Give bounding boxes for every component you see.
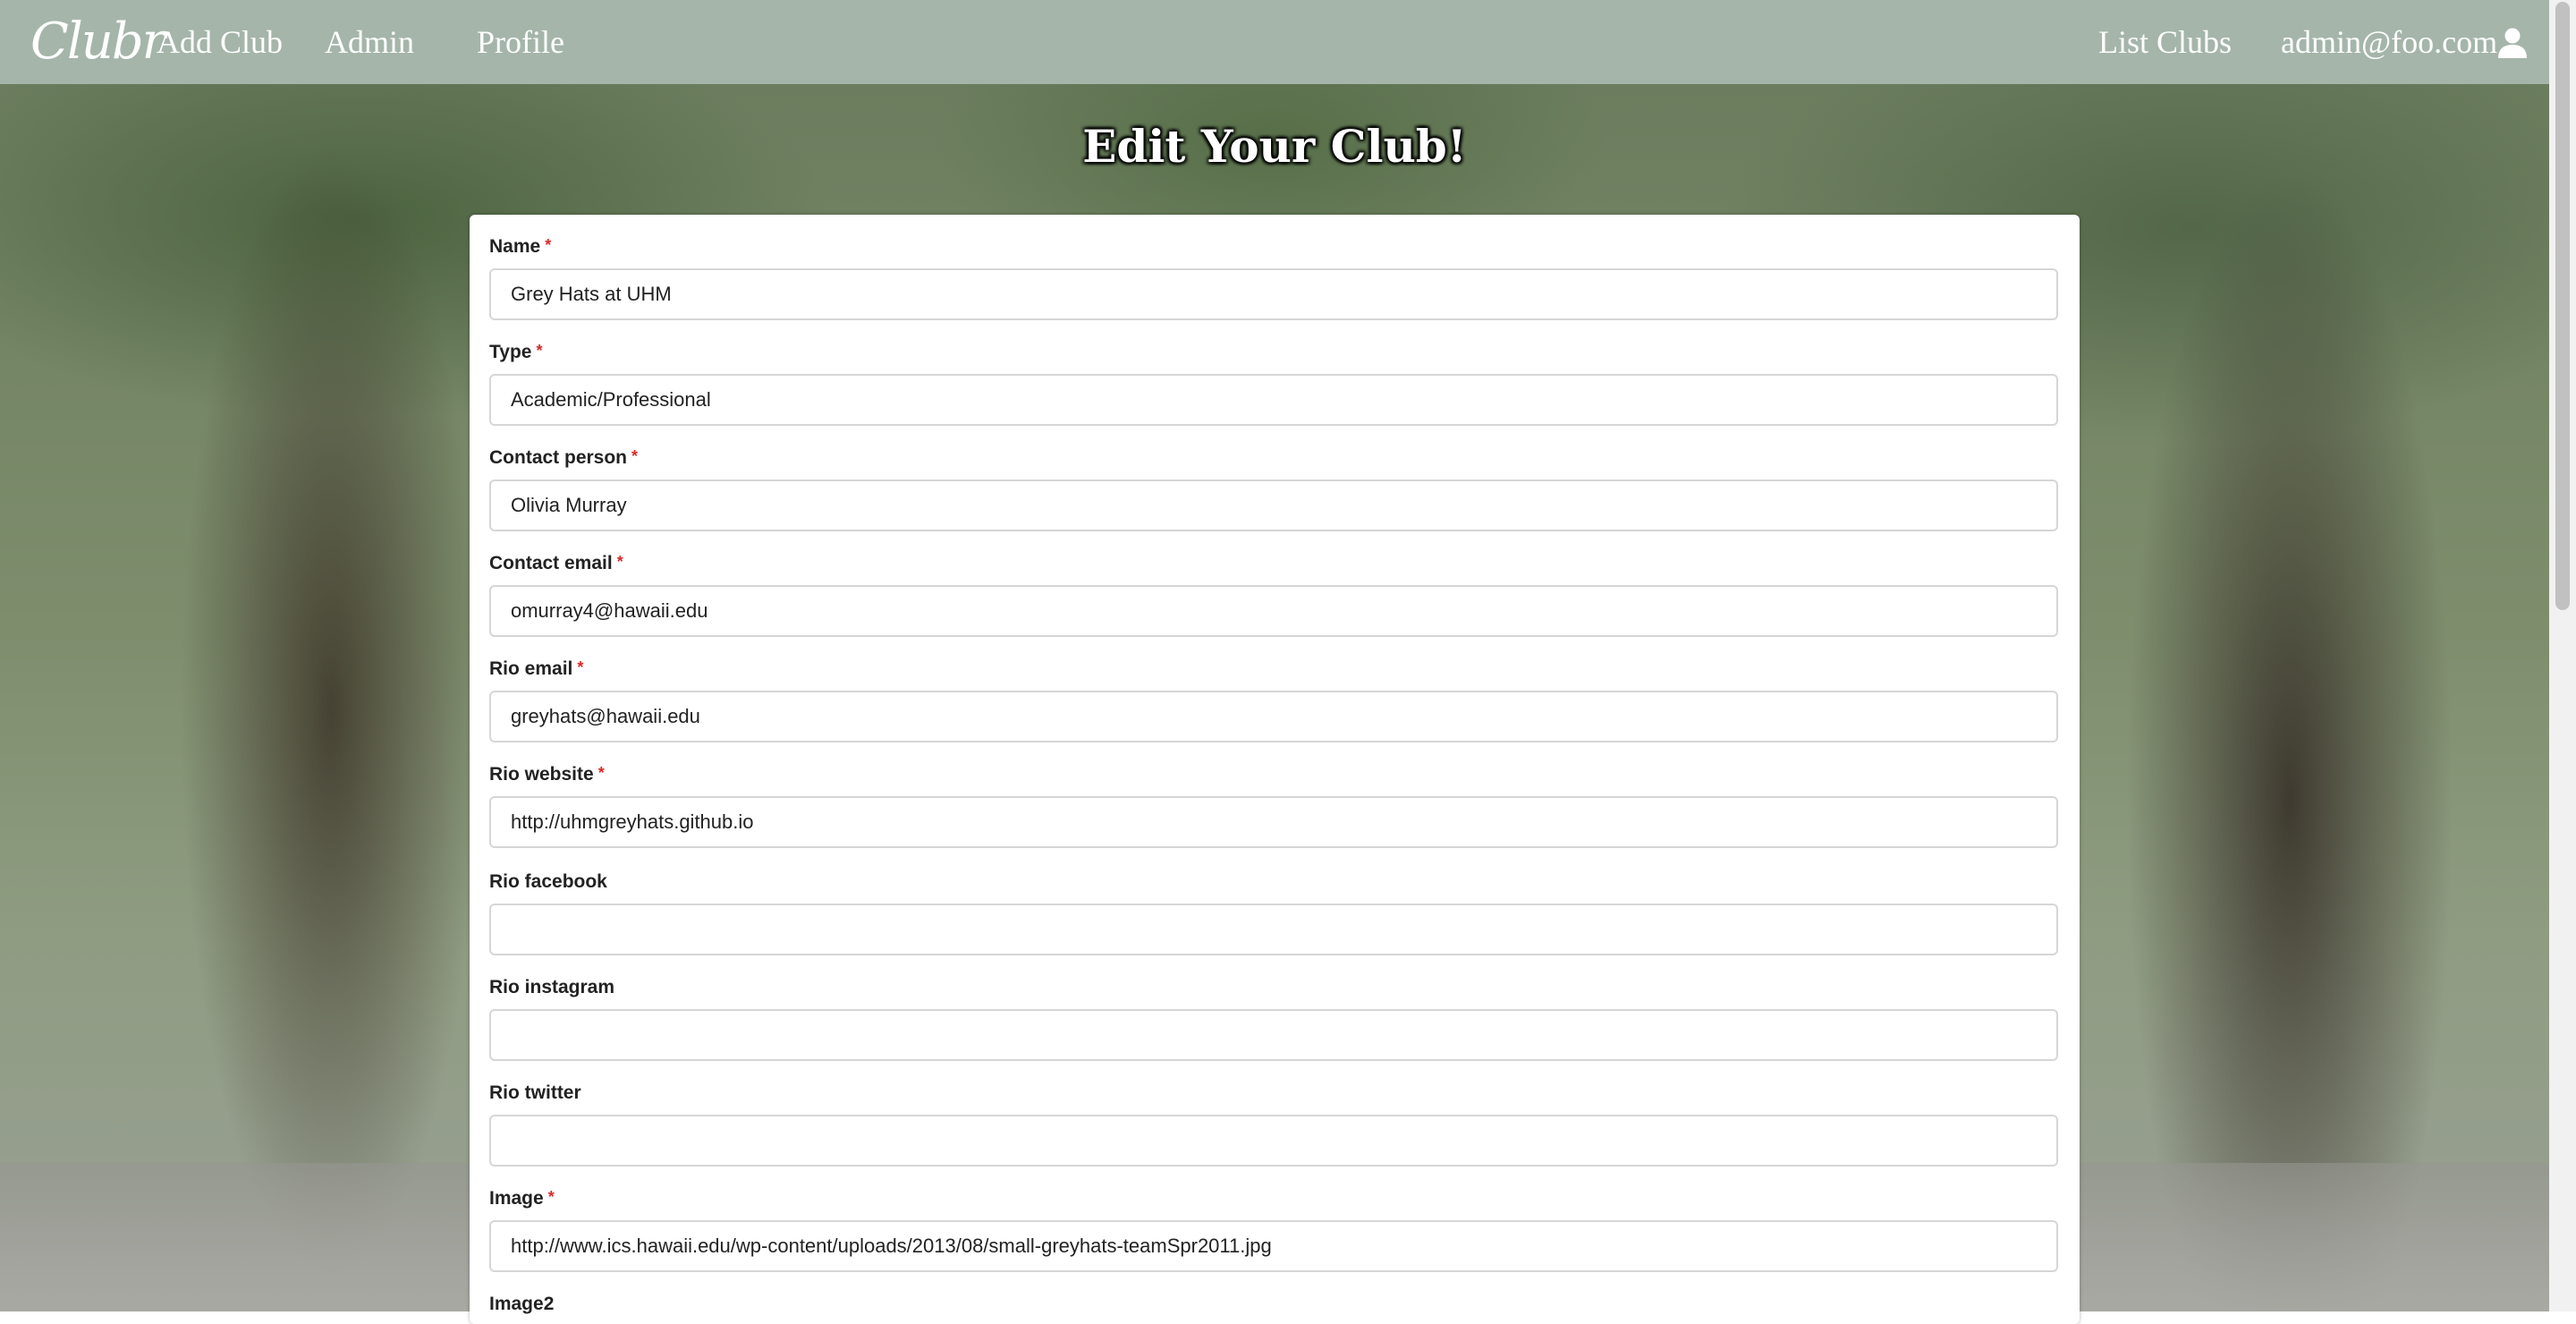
type-label: Type *: [489, 342, 543, 362]
rio-website-label: Rio website *: [489, 764, 605, 785]
scrollbar-thumb[interactable]: [2555, 2, 2570, 610]
required-marker: *: [597, 764, 605, 782]
contact-person-field[interactable]: [489, 480, 2058, 531]
top-navbar: Clubr Add Club Admin Profile List Clubs …: [0, 0, 2549, 84]
contact-email-label: Contact email *: [489, 553, 623, 573]
name-field[interactable]: [489, 268, 2058, 320]
edit-club-form: Name* Type* Contact person* Contact emai…: [470, 215, 2080, 1324]
required-marker: *: [631, 447, 639, 465]
rio-instagram-field[interactable]: [489, 1009, 2058, 1061]
required-marker: *: [616, 553, 623, 571]
rio-facebook-field[interactable]: [489, 904, 2058, 955]
image-field[interactable]: [489, 1220, 2058, 1272]
required-marker: *: [545, 236, 552, 254]
page-title: Edit Your Club!: [1082, 120, 1467, 173]
required-marker: *: [536, 342, 543, 360]
type-field[interactable]: [489, 374, 2058, 426]
required-marker: *: [547, 1188, 555, 1206]
brand-logo[interactable]: Clubr: [30, 13, 165, 71]
image-label: Image *: [489, 1188, 555, 1209]
user-menu[interactable]: admin@foo.com: [2281, 23, 2497, 61]
rio-twitter-label: Rio twitter: [489, 1082, 581, 1103]
nav-add-club[interactable]: Add Club: [157, 23, 283, 61]
rio-instagram-label: Rio instagram: [489, 977, 615, 997]
user-icon[interactable]: [2496, 27, 2529, 59]
rio-website-field[interactable]: [489, 796, 2058, 848]
nav-profile[interactable]: Profile: [477, 23, 564, 61]
rio-facebook-label: Rio facebook: [489, 871, 607, 892]
contact-email-field[interactable]: [489, 585, 2058, 637]
contact-person-label: Contact person *: [489, 447, 639, 468]
rio-email-field[interactable]: [489, 691, 2058, 743]
image2-label: Image2: [489, 1294, 555, 1314]
rio-twitter-field[interactable]: [489, 1115, 2058, 1167]
name-label: Name *: [489, 236, 552, 257]
nav-admin[interactable]: Admin: [325, 23, 414, 61]
required-marker: *: [577, 658, 584, 676]
rio-email-label: Rio email *: [489, 658, 584, 679]
nav-list-clubs[interactable]: List Clubs: [2098, 23, 2232, 61]
